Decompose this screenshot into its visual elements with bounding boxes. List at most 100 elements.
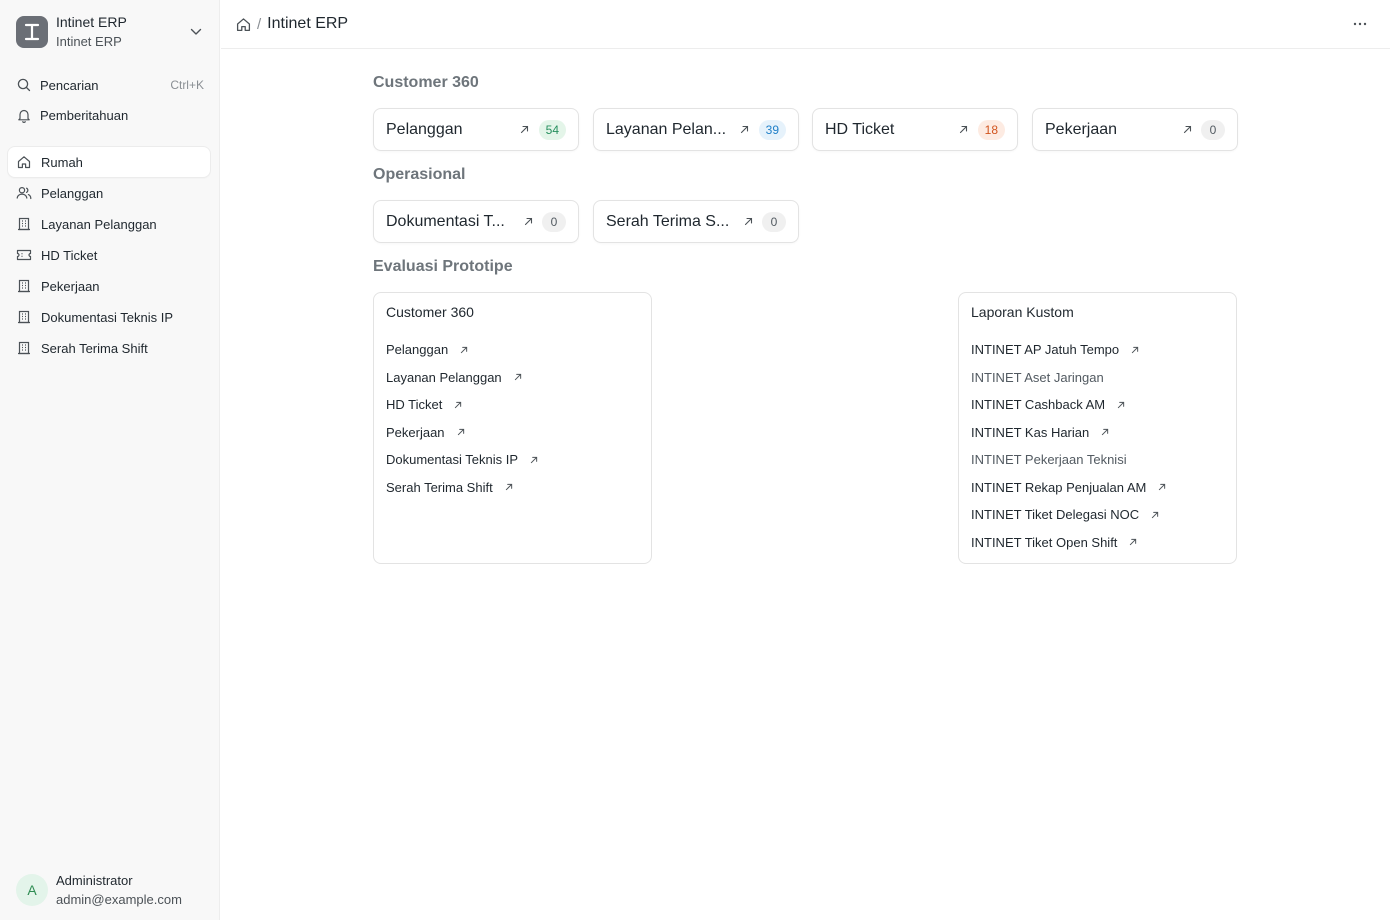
arrow-up-right-icon (742, 216, 754, 228)
shortcut-pelanggan[interactable]: Pelanggan 54 (373, 108, 579, 151)
more-horizontal-icon[interactable] (1348, 14, 1372, 34)
shortcut-label: Layanan Pelan... (606, 120, 727, 138)
card-link-dokumentasi-teknis-ip[interactable]: Dokumentasi Teknis IP (386, 446, 539, 474)
arrow-up-right-icon (504, 482, 514, 492)
arrow-up-right-icon (1150, 510, 1160, 520)
count-badge: 0 (1201, 119, 1225, 140)
shortcut-label: Serah Terima S... (606, 212, 730, 230)
notifications-button[interactable]: Pemberitahuan (8, 101, 212, 129)
page-title: Intinet ERP (267, 15, 349, 32)
arrow-up-right-icon (1157, 482, 1167, 492)
shortcut-label: HD Ticket (825, 120, 895, 138)
workspace-subtitle: Intinet ERP (56, 34, 122, 49)
card-link-label: Pekerjaan (386, 424, 445, 440)
arrow-up-right-icon (519, 124, 531, 136)
card-laporan-kustom: Laporan Kustom INTINET AP Jatuh Tempo IN… (958, 292, 1237, 564)
report-link-ap-jatuh-tempo[interactable]: INTINET AP Jatuh Tempo (971, 336, 1167, 364)
arrow-up-right-icon (529, 455, 539, 465)
card-link-list: Pelanggan Layanan Pelanggan HD Ticket Pe… (386, 336, 539, 501)
report-link-rekap-penjualan-am[interactable]: INTINET Rekap Penjualan AM (971, 474, 1167, 502)
card-link-label: INTINET Aset Jaringan (971, 369, 1104, 385)
users-icon (16, 185, 32, 201)
user-menu[interactable]: A Administrator admin@example.com (8, 870, 212, 910)
card-link-label: HD Ticket (386, 397, 443, 413)
home-icon[interactable] (235, 16, 251, 32)
count-badge: 18 (977, 119, 1005, 140)
sidebar-item-pekerjaan[interactable]: Pekerjaan (8, 271, 210, 301)
sidebar: Intinet ERP Intinet ERP Pencarian Ctrl+K… (0, 0, 220, 920)
home-icon (16, 154, 32, 170)
card-link-label: INTINET Cashback AM (971, 397, 1106, 413)
sidebar-item-label: Pekerjaan (41, 278, 100, 294)
shortcut-serah-terima-shift[interactable]: Serah Terima S... 0 (593, 200, 799, 243)
shortcut-label: Pelanggan (386, 120, 463, 138)
building-icon (16, 340, 32, 356)
section-title-operasional: Operasional (373, 166, 466, 183)
card-link-label: INTINET AP Jatuh Tempo (971, 342, 1120, 358)
search-label: Pencarian (40, 77, 99, 93)
sidebar-item-hd-ticket[interactable]: HD Ticket (8, 240, 210, 270)
shortcut-dokumentasi-teknis[interactable]: Dokumentasi T... 0 (373, 200, 579, 243)
card-link-label: Serah Terima Shift (386, 479, 493, 495)
card-link-pekerjaan[interactable]: Pekerjaan (386, 419, 539, 447)
card-link-serah-terima-shift[interactable]: Serah Terima Shift (386, 474, 539, 502)
shortcut-layanan-pelanggan[interactable]: Layanan Pelan... 39 (593, 108, 799, 151)
card-link-label: Layanan Pelanggan (386, 369, 502, 385)
card-link-list: INTINET AP Jatuh Tempo INTINET Aset Jari… (971, 336, 1167, 556)
sidebar-item-label: Serah Terima Shift (41, 340, 148, 356)
search-shortcut-hint: Ctrl+K (170, 78, 204, 92)
search-icon (16, 77, 32, 93)
card-customer-360: Customer 360 Pelanggan Layanan Pelanggan… (373, 292, 652, 564)
bell-icon (16, 107, 32, 123)
report-link-kas-harian[interactable]: INTINET Kas Harian (971, 419, 1167, 447)
sidebar-item-label: Pelanggan (41, 185, 104, 201)
arrow-up-right-icon (1100, 427, 1110, 437)
workspace-switcher[interactable]: Intinet ERP Intinet ERP (8, 8, 212, 56)
report-link-pekerjaan-teknisi[interactable]: INTINET Pekerjaan Teknisi (971, 446, 1167, 474)
report-link-cashback-am[interactable]: INTINET Cashback AM (971, 391, 1167, 419)
notifications-label: Pemberitahuan (40, 107, 129, 123)
card-link-hd-ticket[interactable]: HD Ticket (386, 391, 539, 419)
arrow-up-right-icon (1130, 345, 1140, 355)
card-link-label: Dokumentasi Teknis IP (386, 452, 518, 468)
card-link-label: INTINET Pekerjaan Teknisi (971, 452, 1127, 468)
chevron-down-icon[interactable] (188, 24, 204, 40)
arrow-up-right-icon (1181, 124, 1193, 136)
arrow-up-right-icon (1116, 400, 1126, 410)
arrow-up-right-icon (522, 216, 534, 228)
brand-logo-icon (16, 16, 48, 48)
arrow-up-right-icon (1128, 537, 1138, 547)
card-link-label: INTINET Tiket Delegasi NOC (971, 507, 1140, 523)
card-title: Customer 360 (386, 304, 474, 320)
arrow-up-right-icon (453, 400, 463, 410)
sidebar-item-layanan-pelanggan[interactable]: Layanan Pelanggan (8, 209, 210, 239)
sidebar-item-dokumentasi-teknis-ip[interactable]: Dokumentasi Teknis IP (8, 302, 210, 332)
card-title: Laporan Kustom (971, 304, 1074, 320)
shortcut-pekerjaan[interactable]: Pekerjaan 0 (1032, 108, 1238, 151)
count-badge: 0 (762, 211, 786, 232)
section-title-evaluasi-prototipe: Evaluasi Prototipe (373, 258, 513, 275)
report-link-tiket-open-shift[interactable]: INTINET Tiket Open Shift (971, 529, 1167, 557)
shortcut-label: Dokumentasi T... (386, 212, 505, 230)
card-link-pelanggan[interactable]: Pelanggan (386, 336, 539, 364)
report-link-aset-jaringan[interactable]: INTINET Aset Jaringan (971, 364, 1167, 392)
shortcut-label: Pekerjaan (1045, 120, 1118, 138)
building-icon (16, 278, 32, 294)
arrow-up-right-icon (456, 427, 466, 437)
search-button[interactable]: Pencarian Ctrl+K (8, 71, 212, 99)
arrow-up-right-icon (513, 372, 523, 382)
sidebar-item-pelanggan[interactable]: Pelanggan (8, 178, 210, 208)
card-link-layanan-pelanggan[interactable]: Layanan Pelanggan (386, 364, 539, 392)
user-email: admin@example.com (56, 892, 182, 907)
count-badge: 54 (538, 119, 566, 140)
sidebar-item-label: HD Ticket (41, 247, 98, 263)
workspace-title: Intinet ERP (56, 14, 127, 30)
ticket-icon (16, 247, 32, 263)
sidebar-item-label: Dokumentasi Teknis IP (41, 309, 173, 325)
sidebar-item-rumah[interactable]: Rumah (8, 147, 210, 177)
sidebar-item-serah-terima-shift[interactable]: Serah Terima Shift (8, 333, 210, 363)
user-name: Administrator (56, 873, 133, 888)
card-link-label: INTINET Tiket Open Shift (971, 534, 1118, 550)
report-link-tiket-delegasi-noc[interactable]: INTINET Tiket Delegasi NOC (971, 501, 1167, 529)
shortcut-hd-ticket[interactable]: HD Ticket 18 (812, 108, 1018, 151)
